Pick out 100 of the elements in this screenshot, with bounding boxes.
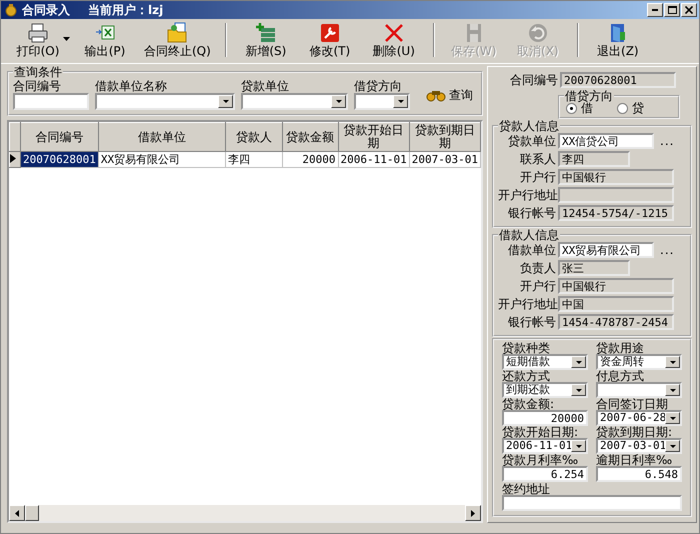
folder-document-button[interactable]: 合同终止(Q) — [140, 21, 215, 59]
close-button[interactable] — [681, 3, 697, 17]
field-label: 贷款金额: — [502, 398, 556, 410]
column-header[interactable]: 贷款开始日期 — [338, 122, 410, 152]
table-cell: 2007-03-01 — [409, 152, 480, 168]
left-arrow-icon — [15, 510, 19, 516]
field-label: 贷款用途 — [596, 342, 645, 354]
field-label: 合同编号 — [13, 80, 62, 93]
dropdown-button[interactable] — [218, 95, 233, 108]
field-label: 银行帐号 — [507, 316, 556, 328]
text-field[interactable]: 李四 — [558, 151, 630, 167]
text-field[interactable]: XX信贷公司 — [558, 133, 654, 149]
minimize-icon — [652, 9, 658, 11]
radio-button[interactable]: 贷 — [617, 102, 644, 115]
window-title: 合同录入 — [22, 4, 70, 16]
text-field[interactable]: 1454-478787-2454 — [558, 314, 674, 330]
wrench-button[interactable]: 修改(T) — [300, 21, 359, 59]
exit-door-button[interactable]: 退出(Z) — [588, 21, 647, 59]
column-header[interactable]: 贷款金额 — [282, 122, 338, 152]
field-label: 借贷方向 — [354, 80, 403, 93]
field-label: 开户行地址 — [498, 188, 556, 202]
dropdown-field[interactable] — [241, 93, 348, 110]
text-field[interactable]: 中国银行 — [558, 278, 674, 294]
text-field[interactable]: 张三 — [558, 260, 630, 276]
text-field[interactable] — [13, 93, 89, 110]
horizontal-scrollbar[interactable] — [9, 505, 481, 521]
column-header[interactable]: 合同编号 — [20, 122, 98, 152]
dropdown-button[interactable] — [665, 440, 680, 452]
dropdown-field[interactable]: 短期借款 — [502, 354, 588, 370]
search-button[interactable]: 查询 — [422, 86, 477, 104]
dropdown-field[interactable]: 到期还款 — [502, 382, 588, 398]
text-field[interactable] — [502, 495, 682, 511]
number-field[interactable]: 20000 — [502, 410, 588, 426]
field-label: 贷款种类 — [502, 342, 551, 354]
field-label: 借款单位 — [507, 244, 556, 256]
dropdown-button[interactable] — [665, 384, 680, 396]
dropdown-field[interactable] — [354, 93, 410, 110]
field-label: 贷款单位 — [241, 80, 290, 93]
column-header[interactable]: 借款单位 — [98, 122, 226, 152]
field-label: 还款方式 — [502, 370, 551, 382]
printer-icon — [27, 22, 49, 44]
field-label: 贷款到期日期: — [596, 426, 674, 438]
wrench-icon — [318, 22, 341, 44]
dropdown-button[interactable] — [571, 356, 586, 368]
group-title: 查询条件 — [13, 66, 63, 78]
field-label: 借款单位名称 — [95, 80, 168, 93]
delete-button[interactable]: 删除(U) — [364, 21, 423, 59]
dropdown-field[interactable] — [95, 93, 235, 110]
close-icon — [685, 6, 693, 14]
browse-button[interactable]: ... — [656, 244, 678, 256]
text-field[interactable]: 中国银行 — [558, 169, 674, 185]
add-list-icon — [254, 22, 277, 44]
dropdown-button[interactable] — [665, 356, 680, 368]
money-bag-icon — [4, 3, 18, 17]
maximize-icon — [668, 6, 676, 14]
field-label: 付息方式 — [596, 370, 645, 382]
scroll-left-button[interactable] — [9, 505, 25, 521]
column-header[interactable]: 贷款人 — [226, 122, 282, 152]
text-field[interactable] — [558, 187, 674, 203]
group-title: 贷款人信息 — [498, 120, 560, 132]
text-field[interactable]: XX贸易有限公司 — [558, 242, 654, 258]
number-field[interactable]: 6.548 — [596, 466, 682, 482]
browse-button[interactable]: ... — [656, 134, 678, 148]
dropdown-button[interactable] — [571, 440, 586, 452]
spreadsheet-button[interactable]: 输出(P) — [76, 21, 134, 59]
dropdown-button[interactable] — [665, 412, 680, 424]
dropdown-field[interactable]: 资金周转 — [596, 354, 682, 370]
group-title: 借贷方向 — [564, 90, 614, 102]
folder-document-icon — [166, 22, 188, 44]
dropdown-field[interactable] — [596, 382, 682, 398]
field-label: 贷款单位 — [507, 134, 556, 148]
scroll-right-button[interactable] — [465, 505, 481, 521]
table-cell: 20000 — [282, 152, 338, 168]
add-list-button[interactable]: 新增(S) — [236, 21, 295, 59]
text-field[interactable]: 中国 — [558, 296, 674, 312]
minimize-button[interactable] — [647, 3, 663, 17]
right-arrow-icon — [471, 510, 475, 516]
table-cell: XX贸易有限公司 — [98, 152, 226, 168]
dropdown-button[interactable] — [331, 95, 346, 108]
number-field[interactable]: 6.254 — [502, 466, 588, 482]
table-cell: 20070628001 — [20, 152, 98, 168]
scroll-thumb[interactable] — [25, 505, 39, 521]
field-label: 合同编号 — [509, 74, 558, 86]
table-cell: 2006-11-01 — [338, 152, 410, 168]
radio-button[interactable]: 借 — [566, 102, 593, 115]
dropdown-button[interactable] — [393, 95, 408, 108]
field-label: 合同签订日期 — [596, 398, 669, 410]
dropdown-button[interactable] — [571, 384, 586, 396]
binoculars-icon — [426, 88, 446, 102]
text-field[interactable]: 20070628001 — [560, 72, 676, 88]
field-label: 联系人 — [519, 152, 556, 166]
field-label: 签约地址 — [502, 483, 551, 495]
field-label: 开户行 — [519, 280, 556, 292]
undo-icon — [526, 22, 549, 44]
text-field[interactable]: 12454-5754/-1215 — [558, 205, 674, 221]
printer-button[interactable]: 打印(O) — [9, 21, 67, 59]
field-label: 银行帐号 — [507, 206, 556, 220]
maximize-button[interactable] — [664, 3, 680, 17]
table-cell: 李四 — [226, 152, 282, 168]
column-header[interactable]: 贷款到期日期 — [409, 122, 480, 152]
